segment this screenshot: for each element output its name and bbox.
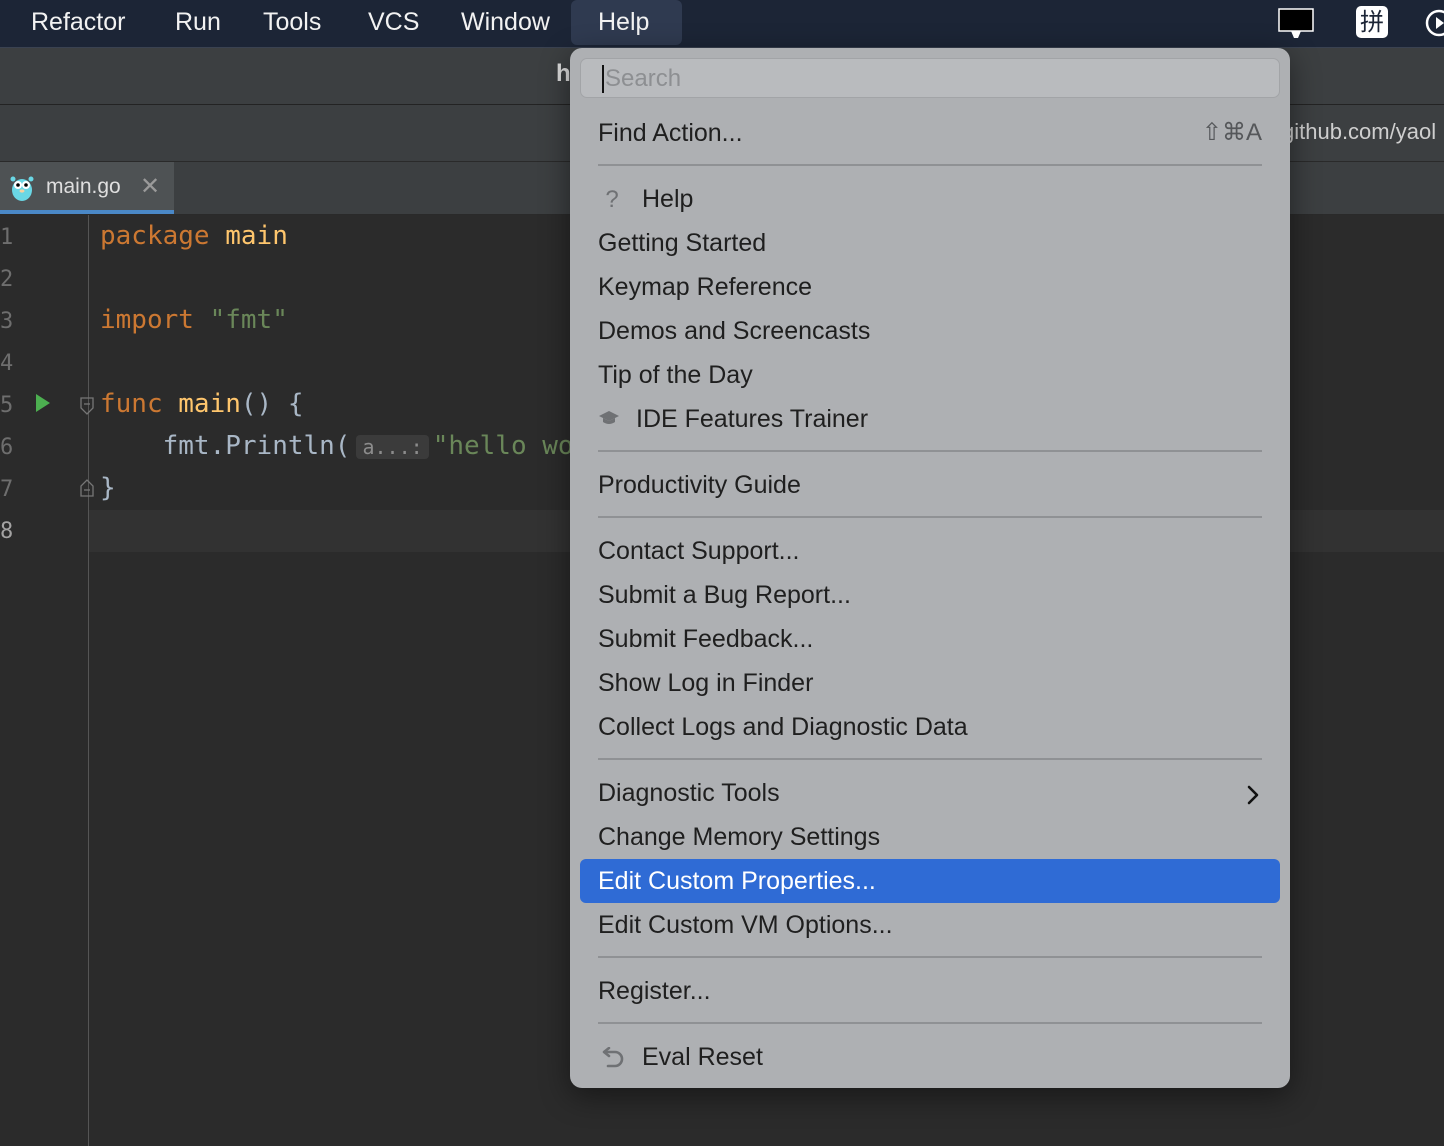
code-line: import "fmt" (100, 305, 288, 335)
gutter-divider (88, 215, 89, 1146)
search-input[interactable] (603, 61, 1267, 97)
string-literal: "fmt" (209, 305, 288, 335)
menu-separator (598, 758, 1262, 760)
breadcrumb[interactable]: github.com/yaol (1282, 119, 1436, 145)
function-name: main (178, 389, 241, 419)
chevron-right-icon (1246, 771, 1260, 815)
menu-separator (598, 516, 1262, 518)
help-menu-dropdown: Find Action... ⇧⌘A ? Help Getting Started… (570, 48, 1290, 1088)
menu-item-contact-support[interactable]: Contact Support... (580, 529, 1280, 573)
search-field[interactable] (580, 58, 1280, 98)
menu-run[interactable]: Run (161, 0, 235, 47)
menu-help[interactable]: Help (571, 0, 682, 45)
line-number: 1 (0, 225, 14, 250)
close-icon[interactable]: ✕ (140, 172, 160, 201)
run-gutter-icon[interactable] (36, 394, 50, 412)
menu-item-diagnostic-tools[interactable]: Diagnostic Tools (580, 771, 1280, 815)
menu-item-edit-vm-options[interactable]: Edit Custom VM Options... (580, 903, 1280, 947)
menu-bar: Refactor Run Tools VCS Window Help 拼 (0, 0, 1444, 48)
undo-icon (598, 1036, 626, 1080)
menu-vcs[interactable]: VCS (354, 0, 433, 47)
menu-item-label: Help (642, 185, 694, 213)
menu-refactor[interactable]: Refactor (17, 0, 139, 47)
line-number: 7 (0, 477, 14, 502)
fold-icon[interactable] (80, 397, 94, 415)
keyword: func (100, 389, 163, 419)
menu-item-show-log[interactable]: Show Log in Finder (580, 661, 1280, 705)
menu-separator (598, 1022, 1262, 1024)
keyword: import (100, 305, 194, 335)
menu-separator (598, 956, 1262, 958)
code-line: } (100, 473, 116, 503)
code-text: } (100, 473, 116, 503)
identifier: main (225, 221, 288, 251)
fold-icon[interactable] (80, 479, 94, 497)
menu-separator (598, 164, 1262, 166)
active-tab-indicator (0, 210, 174, 214)
menu-item-eval-reset[interactable]: Eval Reset (580, 1035, 1280, 1079)
question-icon: ? (605, 186, 619, 213)
menu-item-keymap-reference[interactable]: Keymap Reference (580, 265, 1280, 309)
menu-item-label: Diagnostic Tools (598, 779, 780, 807)
code-line: package main (100, 221, 288, 251)
go-file-icon (10, 176, 34, 201)
menu-item-submit-bug[interactable]: Submit a Bug Report... (580, 573, 1280, 617)
menu-tools[interactable]: Tools (249, 0, 335, 47)
menu-item-help[interactable]: ? Help (580, 177, 1280, 221)
menu-item-tip-of-day[interactable]: Tip of the Day (580, 353, 1280, 397)
menu-item-ide-trainer[interactable]: IDE Features Trainer (580, 397, 1280, 441)
graduation-cap-icon (598, 398, 620, 442)
menu-item-label: Find Action... (598, 119, 743, 147)
line-number: 8 (0, 519, 14, 544)
menu-window[interactable]: Window (447, 0, 564, 47)
menu-item-edit-custom-properties[interactable]: Edit Custom Properties... (580, 859, 1280, 903)
menu-item-register[interactable]: Register... (580, 969, 1280, 1013)
menu-item-collect-logs[interactable]: Collect Logs and Diagnostic Data (580, 705, 1280, 749)
parameter-hint: a...: (356, 434, 429, 459)
string-literal: "hello wo (432, 431, 574, 461)
menu-item-label: Eval Reset (642, 1043, 763, 1071)
menu-item-getting-started[interactable]: Getting Started (580, 221, 1280, 265)
menu-item-change-memory[interactable]: Change Memory Settings (580, 815, 1280, 859)
menu-item-label: IDE Features Trainer (636, 405, 869, 433)
code-line: func main() { (100, 389, 304, 419)
line-number: 2 (0, 267, 14, 292)
input-method-icon[interactable]: 拼 (1356, 6, 1388, 53)
menu-item-productivity-guide[interactable]: Productivity Guide (580, 463, 1280, 507)
tab-label: main.go (46, 175, 121, 198)
tab-main-go[interactable]: main.go ✕ (0, 162, 174, 214)
keyword: package (100, 221, 210, 251)
window-title: h (556, 60, 571, 87)
menu-item-find-action[interactable]: Find Action... ⇧⌘A (580, 111, 1280, 155)
line-number: 3 (0, 309, 14, 334)
code-text: fmt.Println( (162, 431, 351, 461)
code-text: () { (240, 389, 304, 419)
menu-item-demos[interactable]: Demos and Screencasts (580, 309, 1280, 353)
line-number: 6 (0, 435, 14, 460)
shortcut-label: ⇧⌘A (1201, 119, 1262, 146)
line-number: 5 (0, 393, 14, 418)
menu-separator (598, 450, 1262, 452)
line-number: 4 (0, 351, 14, 376)
menu-item-submit-feedback[interactable]: Submit Feedback... (580, 617, 1280, 661)
code-line: fmt.Println(a...: "hello wo (100, 431, 574, 461)
